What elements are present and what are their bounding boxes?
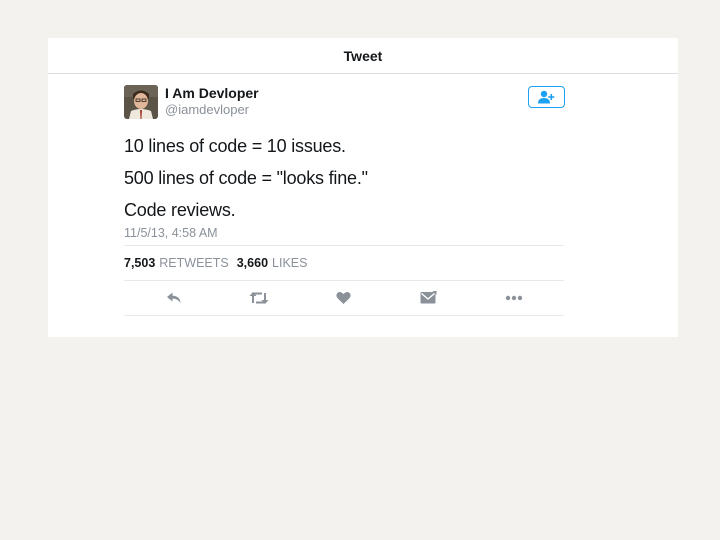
tweet-timestamp[interactable]: 11/5/13, 4:58 AM	[124, 226, 564, 245]
follow-button[interactable]	[528, 86, 565, 108]
divider	[124, 315, 564, 316]
author-display-name[interactable]: I Am Devloper	[165, 85, 259, 102]
retweets-label[interactable]: RETWEETS	[159, 256, 228, 270]
page-title: Tweet	[343, 47, 383, 64]
author-row: I Am Devloper @iamdevloper	[124, 85, 565, 119]
heart-icon	[336, 291, 352, 304]
reply-icon	[167, 292, 181, 303]
tweet: I Am Devloper @iamdevloper 10 lines of c…	[124, 85, 565, 316]
tweet-actions	[124, 281, 564, 315]
tweet-card: Tweet I Am Devloper @iamdevloper 10 line…	[48, 38, 678, 337]
tweet-line: Code reviews.	[124, 200, 236, 220]
tweet-stats: 7,503 RETWEETS 3,660 LIKES	[124, 246, 564, 280]
more-icon	[505, 295, 522, 301]
likes-count[interactable]: 3,660	[237, 256, 268, 270]
author-username[interactable]: @iamdevloper	[165, 102, 259, 117]
direct-message-icon	[420, 291, 437, 304]
like-button[interactable]	[329, 283, 359, 313]
retweet-icon	[249, 292, 269, 304]
tweet-header: Tweet	[48, 38, 678, 74]
tweet-line: 10 lines of code = 10 issues.	[124, 136, 346, 156]
tweet-line: 500 lines of code = "looks fine."	[124, 168, 368, 188]
author-info: I Am Devloper @iamdevloper	[165, 85, 259, 117]
direct-message-button[interactable]	[414, 283, 444, 313]
likes-label[interactable]: LIKES	[272, 256, 307, 270]
more-button[interactable]	[499, 283, 529, 313]
retweets-count[interactable]: 7,503	[124, 256, 155, 270]
reply-button[interactable]	[159, 283, 189, 313]
tweet-text: 10 lines of code = 10 issues. 500 lines …	[124, 136, 564, 220]
avatar[interactable]	[124, 85, 158, 119]
add-user-icon	[537, 90, 554, 104]
retweet-button[interactable]	[244, 283, 274, 313]
